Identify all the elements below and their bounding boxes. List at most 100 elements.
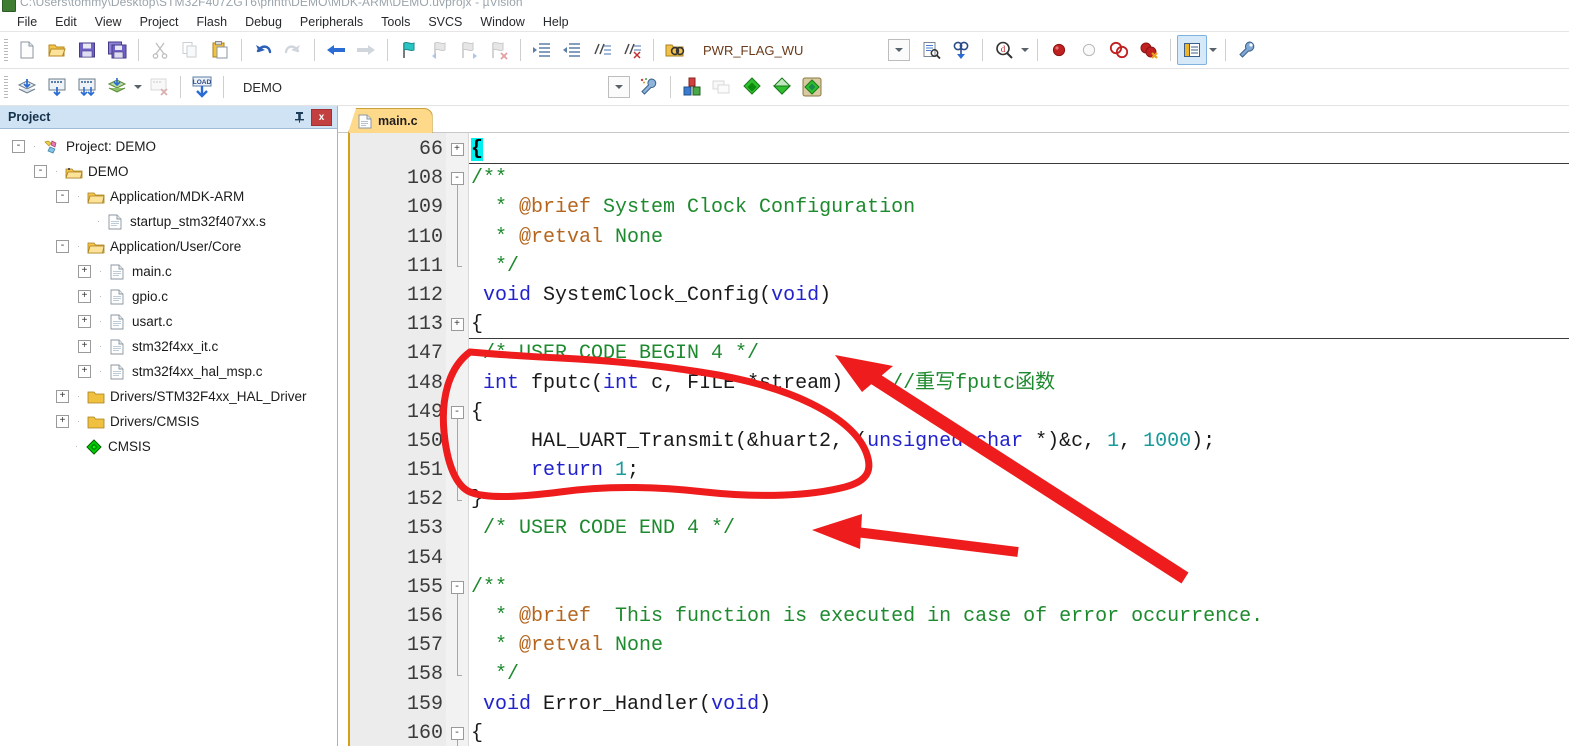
- code-line[interactable]: HAL_UART_Transmit(&huart2, (unsigned cha…: [469, 427, 1569, 456]
- code-line[interactable]: }: [469, 485, 1569, 514]
- new-file-icon[interactable]: [12, 35, 42, 65]
- fold-cell[interactable]: +: [446, 310, 468, 339]
- navigate-forward-icon[interactable]: [351, 35, 381, 65]
- menu-help[interactable]: Help: [534, 13, 578, 31]
- indent-icon[interactable]: [527, 35, 557, 65]
- bookmark-next-icon[interactable]: [454, 35, 484, 65]
- tree-item-drivers-cmsis[interactable]: + Drivers/CMSIS: [0, 409, 337, 434]
- bookmark-clear-icon[interactable]: [484, 35, 514, 65]
- code-line[interactable]: /**: [469, 164, 1569, 193]
- build-icon[interactable]: [42, 72, 72, 102]
- pin-icon[interactable]: [291, 109, 308, 126]
- fold-collapse-icon[interactable]: -: [450, 172, 464, 186]
- code-editor[interactable]: 66 108 109 110 111 112 113 147 148 149 150 151 152 15…: [348, 133, 1569, 746]
- tree-item-usart-c[interactable]: + usart.c: [0, 309, 337, 334]
- open-file-icon[interactable]: [42, 35, 72, 65]
- find-combo[interactable]: PWR_FLAG_WU: [696, 39, 888, 61]
- close-icon[interactable]: x: [311, 108, 332, 126]
- menu-view[interactable]: View: [86, 13, 131, 31]
- project-tree[interactable]: - Project: DEMO - DEMO - Application/MDK-ARM s…: [0, 129, 337, 746]
- batch-build-icon[interactable]: [102, 72, 132, 102]
- save-all-icon[interactable]: [102, 35, 132, 65]
- fold-cell[interactable]: -: [446, 719, 468, 746]
- tab-main-c[interactable]: main.c: [348, 108, 433, 133]
- select-software-packs-icon[interactable]: [797, 72, 827, 102]
- target-value[interactable]: DEMO: [237, 80, 437, 95]
- rebuild-icon[interactable]: [72, 72, 102, 102]
- menu-window[interactable]: Window: [471, 13, 533, 31]
- code-line[interactable]: [469, 544, 1569, 573]
- code-line[interactable]: * @retval None: [469, 631, 1569, 660]
- multi-project-icon[interactable]: [707, 72, 737, 102]
- find-in-files-icon[interactable]: [660, 35, 690, 65]
- code-line[interactable]: */: [469, 660, 1569, 689]
- code-line[interactable]: int fputc(int c, FILE *stream) //重写fputc…: [469, 369, 1569, 398]
- tree-item-drivers-stm32f4xx-hal-driver[interactable]: + Drivers/STM32F4xx_HAL_Driver: [0, 384, 337, 409]
- menu-svcs[interactable]: SVCS: [419, 13, 471, 31]
- find-next-icon[interactable]: [916, 35, 946, 65]
- code-line[interactable]: {: [469, 398, 1569, 427]
- menu-project[interactable]: Project: [131, 13, 188, 31]
- fold-collapse-icon[interactable]: -: [450, 405, 464, 419]
- collapse-toggle-icon[interactable]: -: [56, 240, 69, 253]
- expand-toggle-icon[interactable]: +: [56, 415, 69, 428]
- fold-collapse-icon[interactable]: -: [450, 580, 464, 594]
- fold-cell[interactable]: -: [446, 573, 468, 602]
- menu-edit[interactable]: Edit: [46, 13, 86, 31]
- batch-build-dropdown-caret[interactable]: [132, 73, 144, 101]
- fold-cell[interactable]: +: [446, 135, 468, 164]
- tree-item-gpio-c[interactable]: + gpio.c: [0, 284, 337, 309]
- search-target-icon[interactable]: d: [989, 35, 1019, 65]
- collapse-toggle-icon[interactable]: -: [34, 165, 47, 178]
- menu-flash[interactable]: Flash: [187, 13, 236, 31]
- bookmark-toggle-icon[interactable]: [394, 35, 424, 65]
- find-combo-dropdown-button[interactable]: [888, 39, 910, 61]
- outdent-icon[interactable]: [557, 35, 587, 65]
- configure-icon[interactable]: [1232, 35, 1262, 65]
- breakpoint-disable-icon[interactable]: [1074, 35, 1104, 65]
- code-line[interactable]: /* USER CODE END 4 */: [469, 514, 1569, 543]
- uncomment-icon[interactable]: [617, 35, 647, 65]
- code-line[interactable]: /**: [469, 573, 1569, 602]
- bookmark-prev-icon[interactable]: [424, 35, 454, 65]
- collapse-toggle-icon[interactable]: -: [12, 140, 25, 153]
- tree-item-startup-stm32f407xx-s[interactable]: startup_stm32f407xx.s: [0, 209, 337, 234]
- find-input[interactable]: PWR_FLAG_WU: [697, 43, 887, 58]
- fold-expand-icon[interactable]: +: [450, 318, 464, 332]
- breakpoint-kill-all-icon[interactable]: [1134, 35, 1164, 65]
- menu-tools[interactable]: Tools: [372, 13, 419, 31]
- stop-build-icon[interactable]: [144, 72, 174, 102]
- paste-icon[interactable]: [205, 35, 235, 65]
- menu-peripherals[interactable]: Peripherals: [291, 13, 372, 31]
- menu-debug[interactable]: Debug: [236, 13, 291, 31]
- redo-icon[interactable]: [278, 35, 308, 65]
- code-line[interactable]: void Error_Handler(void): [469, 690, 1569, 719]
- expand-toggle-icon[interactable]: +: [78, 365, 91, 378]
- target-combo-dropdown-button[interactable]: [608, 76, 630, 98]
- menu-file[interactable]: File: [8, 13, 46, 31]
- expand-toggle-icon[interactable]: +: [78, 315, 91, 328]
- cut-icon[interactable]: [145, 35, 175, 65]
- code-line[interactable]: * @brief This function is executed in ca…: [469, 602, 1569, 631]
- copy-icon[interactable]: [175, 35, 205, 65]
- expand-toggle-icon[interactable]: +: [78, 290, 91, 303]
- window-layout-icon[interactable]: [1177, 35, 1207, 65]
- download-icon[interactable]: LOAD: [187, 72, 217, 102]
- code-scroll-region[interactable]: 66 108 109 110 111 112 113 147 148 149 150 151 152 15…: [350, 133, 1569, 746]
- code-line[interactable]: {: [469, 135, 1569, 164]
- fold-collapse-icon[interactable]: -: [450, 726, 464, 740]
- collapse-toggle-icon[interactable]: -: [56, 190, 69, 203]
- target-options-icon[interactable]: [634, 72, 664, 102]
- expand-toggle-icon[interactable]: +: [78, 340, 91, 353]
- tree-item-application-mdk-arm[interactable]: - Application/MDK-ARM: [0, 184, 337, 209]
- translate-icon[interactable]: [12, 72, 42, 102]
- code-line[interactable]: {: [469, 310, 1569, 339]
- undo-icon[interactable]: [248, 35, 278, 65]
- navigate-back-icon[interactable]: [321, 35, 351, 65]
- tree-item-stm32f4xx-hal-msp-c[interactable]: + stm32f4xx_hal_msp.c: [0, 359, 337, 384]
- fold-expand-icon[interactable]: +: [450, 143, 464, 157]
- toolbar-grip[interactable]: [4, 76, 8, 98]
- tree-item-stm32f4xx-it-c[interactable]: + stm32f4xx_it.c: [0, 334, 337, 359]
- fold-cell[interactable]: -: [446, 398, 468, 427]
- code-line[interactable]: return 1;: [469, 456, 1569, 485]
